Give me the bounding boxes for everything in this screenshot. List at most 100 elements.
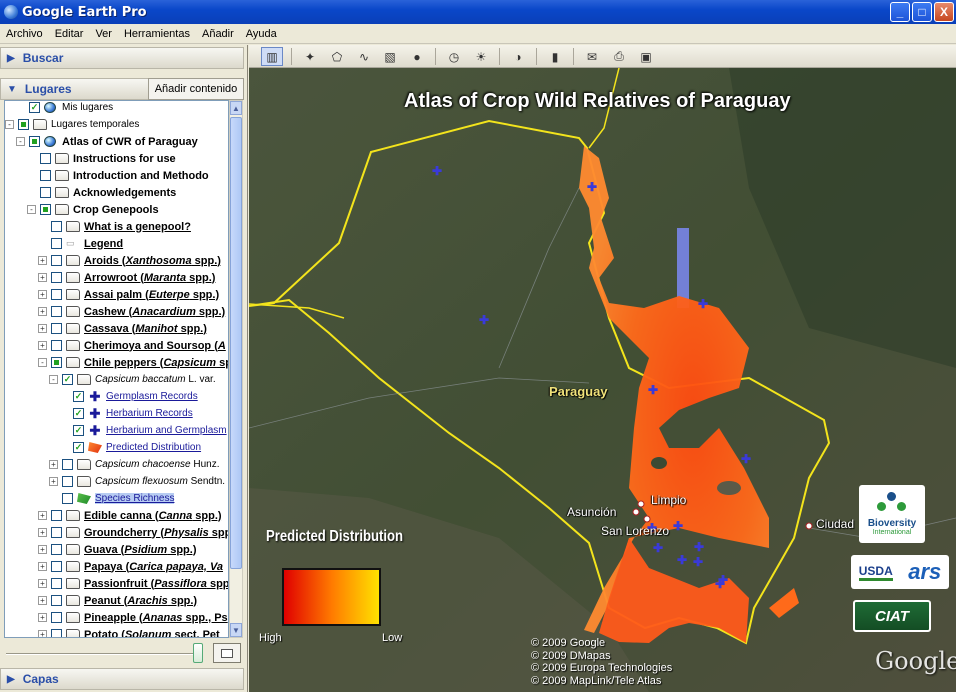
tree-item[interactable]: - Atlas of CWR of Paraguay — [5, 133, 228, 150]
expand-icon[interactable]: + — [38, 307, 47, 316]
tree-item[interactable]: + Groundcherry (Physalis spp.) — [5, 524, 228, 541]
search-panel-header[interactable]: ▶ Buscar — [0, 47, 244, 69]
expand-icon[interactable]: + — [38, 511, 47, 520]
menu-anadir[interactable]: Añadir — [196, 28, 240, 40]
expand-icon[interactable]: + — [38, 341, 47, 350]
collapse-icon[interactable]: - — [38, 358, 47, 367]
layers-panel-header[interactable]: ▶ Capas — [0, 668, 244, 690]
tree-item[interactable]: + Cashew (Anacardium spp.) — [5, 303, 228, 320]
menu-archivo[interactable]: Archivo — [0, 28, 49, 40]
expand-icon[interactable]: + — [38, 290, 47, 299]
tree-item[interactable]: + Edible canna (Canna spp.) — [5, 507, 228, 524]
menu-ayuda[interactable]: Ayuda — [240, 28, 283, 40]
placemark-icon[interactable]: ✦ — [299, 47, 321, 66]
visibility-checkbox[interactable] — [40, 153, 51, 164]
tree-item[interactable]: ✓ ✚ Herbarium Records — [5, 405, 228, 422]
tree-item[interactable]: + Potato (Solanum sect. Pet — [5, 626, 228, 637]
print-icon[interactable]: ⎙ — [608, 47, 630, 66]
tree-item[interactable]: - Lugares temporales — [5, 116, 228, 133]
collapse-icon[interactable]: - — [27, 205, 36, 214]
minimize-button[interactable]: _ — [890, 2, 910, 22]
visibility-checkbox[interactable] — [51, 340, 62, 351]
visibility-checkbox[interactable] — [40, 187, 51, 198]
tree-item[interactable]: + Assai palm (Euterpe spp.) — [5, 286, 228, 303]
scroll-thumb[interactable] — [230, 117, 242, 569]
record-tour-icon[interactable]: ● — [406, 47, 428, 66]
tree-item[interactable]: + Passionfruit (Passiflora spp — [5, 575, 228, 592]
tree-item[interactable]: + Pineapple (Ananas spp., Ps — [5, 609, 228, 626]
tree-item[interactable]: Instructions for use — [5, 150, 228, 167]
visibility-checkbox[interactable] — [51, 221, 62, 232]
tree-item[interactable]: ▭ Legend — [5, 235, 228, 252]
scroll-down-icon[interactable]: ▼ — [230, 623, 242, 637]
visibility-checkbox[interactable] — [29, 136, 40, 147]
expand-icon[interactable]: + — [49, 460, 58, 469]
tree-item[interactable]: ✓ ✚ Herbarium and Germplasm — [5, 422, 228, 439]
visibility-checkbox[interactable] — [51, 578, 62, 589]
visibility-checkbox[interactable] — [62, 459, 73, 470]
visibility-checkbox[interactable]: ✓ — [73, 408, 84, 419]
visibility-checkbox[interactable] — [51, 238, 62, 249]
visibility-checkbox[interactable] — [51, 323, 62, 334]
tree-item[interactable]: Acknowledgements — [5, 184, 228, 201]
tree-item[interactable]: + Peanut (Arachis spp.) — [5, 592, 228, 609]
folder-view-button[interactable] — [213, 643, 241, 663]
tree-item[interactable]: - Chile peppers (Capsicum sp — [5, 354, 228, 371]
expand-icon[interactable]: + — [38, 613, 47, 622]
expand-icon[interactable]: + — [38, 630, 47, 637]
tree-item[interactable]: - ✓ Capsicum baccatum L. var. — [5, 371, 228, 388]
expand-icon[interactable]: + — [38, 528, 47, 537]
tree-item[interactable]: + Capsicum flexuosum Sendtn. — [5, 473, 228, 490]
tree-item[interactable]: ✓ Predicted Distribution — [5, 439, 228, 456]
visibility-checkbox[interactable] — [40, 170, 51, 181]
image-overlay-icon[interactable]: ▧ — [379, 47, 401, 66]
visibility-checkbox[interactable] — [51, 629, 62, 637]
tree-item[interactable]: + Cassava (Manihot spp.) — [5, 320, 228, 337]
scroll-up-icon[interactable]: ▲ — [230, 101, 242, 115]
email-icon[interactable]: ✉ — [581, 47, 603, 66]
expand-icon[interactable]: + — [38, 273, 47, 282]
map-view[interactable]: ✚ ✚ ✚ ✚ ✚ ✚ ✚ ✚ ✚ ✚ ✚ ✚ ✚ ✚ Atlas of Cro… — [249, 68, 956, 692]
expand-icon[interactable]: + — [38, 324, 47, 333]
visibility-checkbox[interactable] — [62, 493, 73, 504]
ruler-icon[interactable]: ▮ — [544, 47, 566, 66]
tree-item[interactable]: + Aroids (Xanthosoma spp.) — [5, 252, 228, 269]
tree-item[interactable]: + Capsicum chacoense Hunz. — [5, 456, 228, 473]
historical-imagery-icon[interactable]: ◷ — [443, 47, 465, 66]
visibility-checkbox[interactable] — [51, 255, 62, 266]
maximize-button[interactable]: □ — [912, 2, 932, 22]
visibility-checkbox[interactable]: ✓ — [73, 425, 84, 436]
tree-item[interactable]: ✓ Mis lugares — [5, 101, 228, 116]
visibility-checkbox[interactable] — [51, 527, 62, 538]
collapse-icon[interactable]: - — [16, 137, 25, 146]
menu-editar[interactable]: Editar — [49, 28, 90, 40]
sunlight-icon[interactable]: ☀ — [470, 47, 492, 66]
visibility-checkbox[interactable] — [51, 272, 62, 283]
save-image-icon[interactable]: ▣ — [635, 47, 657, 66]
visibility-checkbox[interactable] — [18, 119, 29, 130]
tree-item[interactable]: What is a genepool? — [5, 218, 228, 235]
visibility-checkbox[interactable] — [51, 612, 62, 623]
tree-item[interactable]: ✓ ✚ Germplasm Records — [5, 388, 228, 405]
visibility-checkbox[interactable]: ✓ — [62, 374, 73, 385]
menu-herramientas[interactable]: Herramientas — [118, 28, 196, 40]
collapse-icon[interactable]: - — [5, 120, 14, 129]
expand-icon[interactable]: + — [38, 596, 47, 605]
visibility-checkbox[interactable] — [62, 476, 73, 487]
visibility-checkbox[interactable]: ✓ — [73, 442, 84, 453]
opacity-slider-track[interactable] — [6, 653, 196, 655]
visibility-checkbox[interactable] — [51, 289, 62, 300]
visibility-checkbox[interactable] — [51, 306, 62, 317]
path-icon[interactable]: ∿ — [353, 47, 375, 66]
visibility-checkbox[interactable] — [51, 544, 62, 555]
close-button[interactable]: X — [934, 2, 954, 22]
opacity-slider-thumb[interactable] — [193, 643, 203, 663]
visibility-checkbox[interactable] — [51, 561, 62, 572]
polygon-icon[interactable]: ⬠ — [326, 47, 348, 66]
visibility-checkbox[interactable]: ✓ — [73, 391, 84, 402]
visibility-checkbox[interactable] — [51, 510, 62, 521]
visibility-checkbox[interactable] — [51, 357, 62, 368]
tree-item[interactable]: + Guava (Psidium spp.) — [5, 541, 228, 558]
tree-item[interactable]: + Cherimoya and Soursop (A — [5, 337, 228, 354]
menu-ver[interactable]: Ver — [89, 28, 118, 40]
